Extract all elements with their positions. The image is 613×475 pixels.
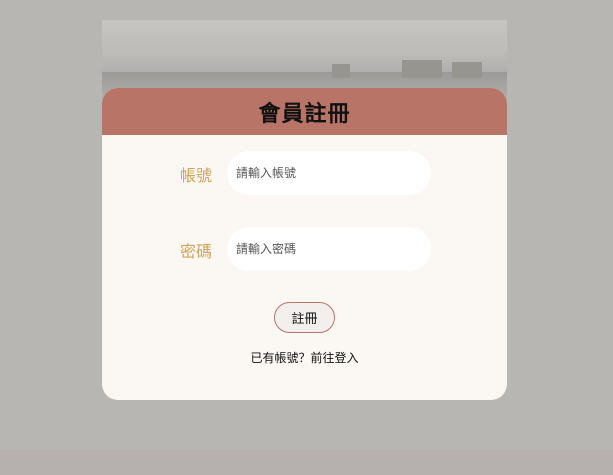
account-label: 帳號 bbox=[180, 166, 213, 185]
go-to-login-link[interactable]: 前往登入 bbox=[311, 351, 359, 365]
background-building bbox=[402, 60, 442, 78]
background-building bbox=[452, 62, 482, 78]
card-header: 會員註冊 bbox=[102, 88, 507, 135]
password-label: 密碼 bbox=[180, 242, 213, 261]
page-title: 會員註冊 bbox=[258, 101, 351, 127]
login-prompt-row: 已有帳號？前往登入 bbox=[102, 349, 507, 366]
bottom-strip bbox=[0, 450, 613, 475]
register-card: 會員註冊 帳號 密碼 註冊 已有帳號？前往登入 bbox=[102, 88, 507, 400]
account-row: 帳號 bbox=[102, 151, 507, 195]
account-input[interactable] bbox=[227, 151, 431, 195]
password-input[interactable] bbox=[227, 227, 431, 271]
background-building bbox=[332, 64, 350, 78]
password-row: 密碼 bbox=[102, 227, 507, 271]
register-button[interactable]: 註冊 bbox=[274, 302, 335, 333]
login-prompt-text: 已有帳號？ bbox=[250, 351, 311, 365]
